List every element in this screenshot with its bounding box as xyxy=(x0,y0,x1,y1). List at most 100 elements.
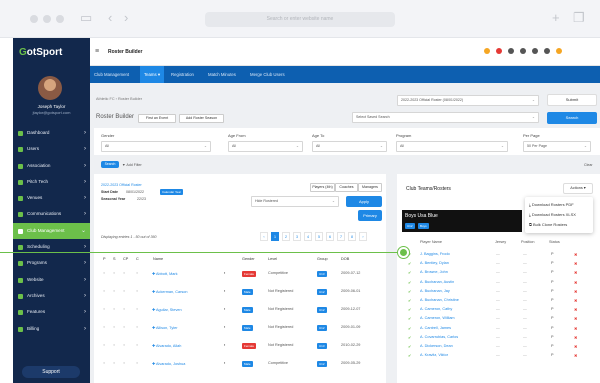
col-name[interactable]: Name xyxy=(153,257,163,261)
primary-radio[interactable]: ○ xyxy=(103,343,105,347)
position-cell[interactable]: — xyxy=(523,270,527,274)
sidebar-item-programs[interactable]: Programs › xyxy=(13,255,90,271)
primary-button[interactable]: Primary xyxy=(358,210,382,221)
hide-rostered-select[interactable]: Hide Rostered ⌄ xyxy=(251,196,339,207)
col-jersey[interactable]: Jersey xyxy=(495,240,506,244)
submit-button[interactable]: Submit xyxy=(547,94,597,106)
sidebar-item-pitch-tech[interactable]: Pitch Tech › xyxy=(13,174,90,190)
club-pass-radio[interactable]: ○ xyxy=(123,361,125,365)
check-icon[interactable]: ✔ xyxy=(408,307,411,312)
tabs-overview-icon[interactable]: ❐ xyxy=(573,11,585,25)
jersey-cell[interactable]: — xyxy=(496,261,500,265)
secondary-radio[interactable]: ○ xyxy=(113,289,115,293)
tab-match-minutes[interactable]: Match Minutes xyxy=(208,66,236,83)
coach-radio[interactable]: ○ xyxy=(136,307,138,311)
program-select[interactable]: All ⌄ xyxy=(396,141,508,152)
clear-link[interactable]: Clear xyxy=(584,163,593,167)
secondary-radio[interactable]: ○ xyxy=(113,343,115,347)
player-name-link[interactable]: ✚ Aguilar, Steven xyxy=(152,307,182,312)
position-cell[interactable]: — xyxy=(523,326,527,330)
player-name-link[interactable]: ✚ Abbott, Mark xyxy=(152,271,178,276)
sidebar-item-association[interactable]: Association › xyxy=(13,158,90,174)
player-name-link[interactable]: A. Buchanan, Jay xyxy=(420,289,450,293)
roster-row[interactable]: ✔ A. Kravitz, Viktor — — P ✖ xyxy=(406,351,584,360)
player-name-link[interactable]: A. Bentley, Dylan xyxy=(420,261,449,265)
sidebar-item-archives[interactable]: Archives › xyxy=(13,288,90,304)
user-icon[interactable] xyxy=(508,48,514,54)
position-cell[interactable]: — xyxy=(523,280,527,284)
tab-club-management[interactable]: Club Management xyxy=(94,66,129,83)
managers-toggle[interactable]: Managers xyxy=(358,183,382,192)
remove-icon[interactable]: ✖ xyxy=(574,280,577,285)
remove-icon[interactable]: ✖ xyxy=(574,261,577,266)
position-cell[interactable]: — xyxy=(523,307,527,311)
support-button[interactable]: Support xyxy=(22,366,80,378)
coach-radio[interactable]: ○ xyxy=(136,343,138,347)
page-prev[interactable]: ‹ xyxy=(260,232,268,241)
position-cell[interactable]: — xyxy=(523,261,527,265)
position-cell[interactable]: — xyxy=(523,353,527,357)
player-name-link[interactable]: A. Cameron, William xyxy=(420,316,455,320)
jersey-cell[interactable]: — xyxy=(496,270,500,274)
position-cell[interactable]: — xyxy=(523,344,527,348)
roster-row[interactable]: ✔ A. Cameron, Cathy — — P ✖ xyxy=(406,305,584,314)
tab-merge-club-users[interactable]: Merge Club Users xyxy=(250,66,285,83)
team-header[interactable]: Boys Usa Blue U12 Boys xyxy=(402,210,522,232)
message-icon[interactable] xyxy=(520,48,526,54)
bulk-clone-item[interactable]: ⧉ Bulk Clone Rosters xyxy=(529,222,567,227)
player-name-link[interactable]: A. Cantrell, James xyxy=(420,326,451,330)
remove-icon[interactable]: ✖ xyxy=(574,353,577,358)
roster-row[interactable]: ✔ A. Cantrell, James — — P ✖ xyxy=(406,324,584,333)
jersey-cell[interactable]: — xyxy=(496,289,500,293)
position-cell[interactable]: — xyxy=(523,335,527,339)
page-5[interactable]: 5 xyxy=(315,232,323,241)
gotsport-logo[interactable]: GotSport xyxy=(19,47,62,58)
gender-select[interactable]: All ⌄ xyxy=(101,141,211,152)
remove-icon[interactable]: ✖ xyxy=(574,270,577,275)
coaches-toggle[interactable]: Coaches xyxy=(335,183,358,192)
sidebar-toggle-icon[interactable]: ▭ xyxy=(80,11,92,25)
check-icon[interactable]: ✔ xyxy=(408,289,411,294)
sidebar-item-venues[interactable]: Venues › xyxy=(13,190,90,206)
check-icon[interactable]: ✔ xyxy=(408,261,411,266)
table-row[interactable]: ○ ○ ○ ○ ✚ Allison, Tyler ▪ Male Not Registered U… xyxy=(100,320,380,335)
roster-row[interactable]: ✔ J. Baggins, Frodo — — P ✖ xyxy=(406,250,584,259)
page-8[interactable]: 8 xyxy=(348,232,356,241)
roster-row[interactable]: ✔ A. Cameron, William — — P ✖ xyxy=(406,314,584,323)
player-name-link[interactable]: A. Dickerson, Dean xyxy=(420,344,453,348)
player-name-link[interactable]: A. Cameron, Cathy xyxy=(420,307,452,311)
col-status[interactable]: Status xyxy=(549,240,560,244)
alert-icon[interactable] xyxy=(496,48,502,54)
check-icon[interactable]: ✔ xyxy=(408,326,411,331)
first-event-button[interactable]: First an Event xyxy=(138,114,176,123)
player-card-icon[interactable]: ▪ xyxy=(224,325,225,329)
primary-radio[interactable]: ○ xyxy=(103,289,105,293)
jersey-cell[interactable]: — xyxy=(496,326,500,330)
secondary-radio[interactable]: ○ xyxy=(113,307,115,311)
player-name-link[interactable]: A. Browne, John xyxy=(420,270,448,274)
position-cell[interactable]: — xyxy=(523,316,527,320)
jersey-cell[interactable]: — xyxy=(496,307,500,311)
page-4[interactable]: 4 xyxy=(304,232,312,241)
roster-row[interactable]: ✔ A. Buchanan, Austin — — P ✖ xyxy=(406,278,584,287)
club-pass-radio[interactable]: ○ xyxy=(123,325,125,329)
age-to-select[interactable]: All ⌄ xyxy=(312,141,387,152)
search-button[interactable]: Search xyxy=(547,112,597,124)
check-icon[interactable]: ✔ xyxy=(408,353,411,358)
coach-radio[interactable]: ○ xyxy=(136,325,138,329)
coach-radio[interactable]: ○ xyxy=(136,361,138,365)
club-pass-radio[interactable]: ○ xyxy=(123,307,125,311)
player-card-icon[interactable]: ▪ xyxy=(224,307,225,311)
roster-row[interactable]: ✔ A. Dickerson, Dean — — P ✖ xyxy=(406,342,584,351)
check-icon[interactable]: ✔ xyxy=(408,298,411,303)
col-group[interactable]: Group xyxy=(317,257,328,261)
roster-row[interactable]: ✔ A. Buchanan, Jay — — P ✖ xyxy=(406,287,584,296)
player-name-link[interactable]: A. Covarrubias, Carlos xyxy=(420,335,458,339)
remove-icon[interactable]: ✖ xyxy=(574,307,577,312)
gear-icon[interactable] xyxy=(532,48,538,54)
player-name-link[interactable]: ✚ Alvarado, Joshua xyxy=(152,361,185,366)
avatar[interactable] xyxy=(38,76,62,100)
tab-teams[interactable]: Teams ▾ xyxy=(140,66,165,83)
jersey-cell[interactable]: — xyxy=(496,344,500,348)
roster-row[interactable]: ✔ A. Covarrubias, Carlos — — P ✖ xyxy=(406,333,584,342)
